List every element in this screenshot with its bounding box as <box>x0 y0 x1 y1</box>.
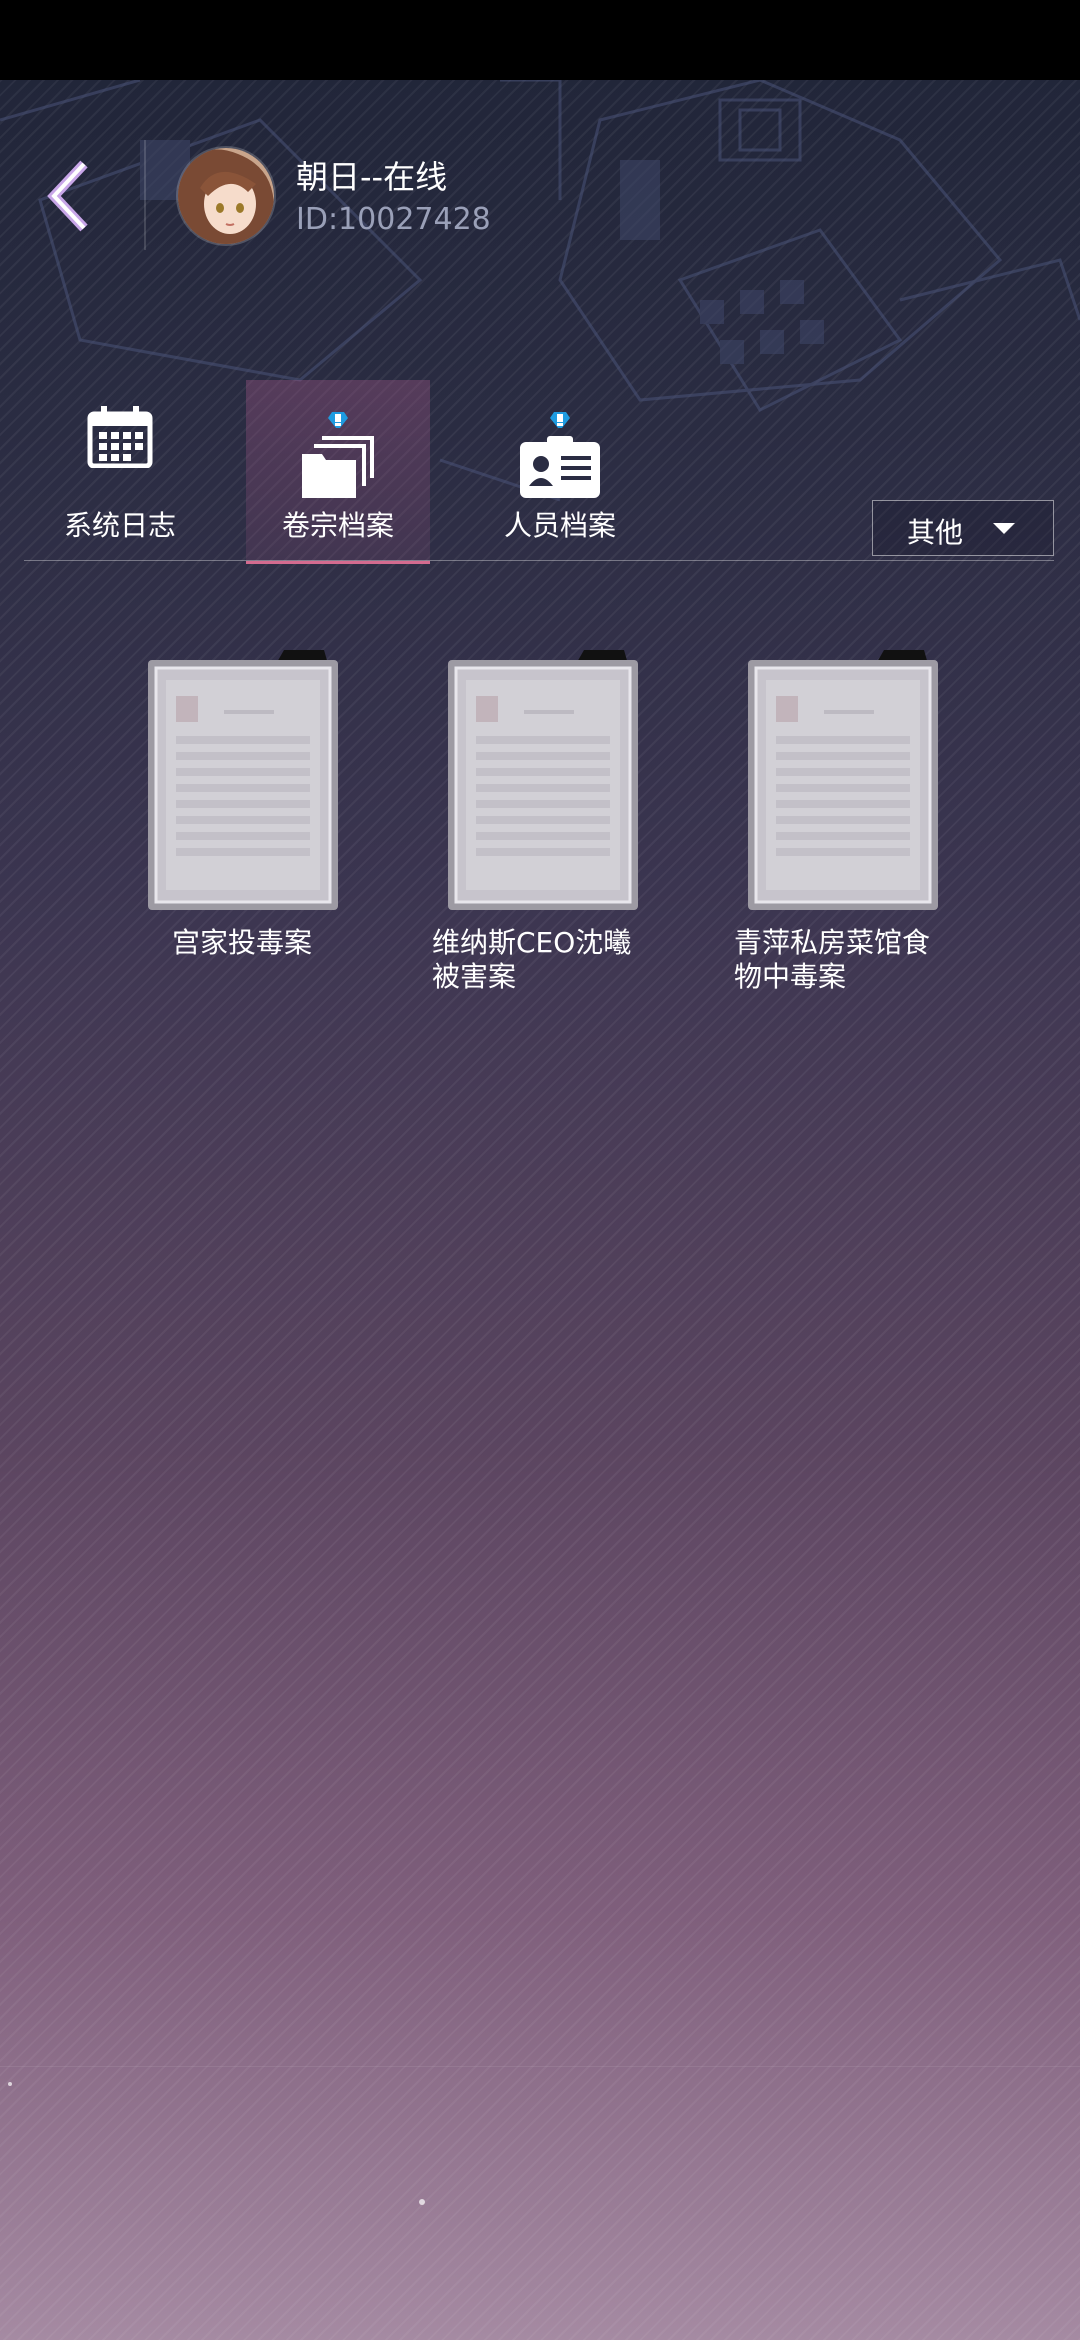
caret-down-icon <box>993 523 1015 534</box>
category-dropdown[interactable]: 其他 <box>872 500 1054 556</box>
case-title: 青萍私房菜馆食物中毒案 <box>734 926 931 993</box>
tab-system-log[interactable]: 系统日志 <box>40 380 200 564</box>
screen: 朝日--在线 ID:10027428 系统日志 卷宗档案 人员档案 其他 宫家投… <box>0 0 1080 2340</box>
tab-case-files[interactable]: 卷宗档案 <box>246 380 430 564</box>
id-card-icon <box>520 412 600 498</box>
calendar-icon <box>87 406 153 468</box>
user-name: 朝日--在线 <box>296 158 448 196</box>
tab-label: 系统日志 <box>63 509 176 542</box>
document-icon <box>448 650 638 910</box>
status-bar <box>0 0 1080 80</box>
divider <box>0 2066 1080 2067</box>
case-title: 宫家投毒案 <box>172 926 313 959</box>
chevron-left-icon <box>47 160 88 232</box>
sparkle-decoration <box>419 2199 425 2205</box>
folders-icon <box>302 412 374 498</box>
header-divider <box>144 140 146 250</box>
document-icon <box>148 650 338 910</box>
sparkle-decoration <box>8 2082 12 2086</box>
tab-active-indicator <box>246 561 430 564</box>
document-icon <box>748 650 938 910</box>
case-title: 维纳斯CEO沈曦被害案 <box>432 926 632 993</box>
avatar-image <box>178 148 274 244</box>
back-button[interactable] <box>44 158 100 234</box>
user-id: ID:10027428 <box>296 202 491 237</box>
tabs-divider <box>24 560 1054 561</box>
dropdown-selected: 其他 <box>907 516 964 549</box>
tab-personnel-files[interactable]: 人员档案 <box>480 380 640 564</box>
avatar[interactable] <box>176 146 276 246</box>
tab-label: 卷宗档案 <box>281 509 394 542</box>
tab-label: 人员档案 <box>503 509 616 542</box>
